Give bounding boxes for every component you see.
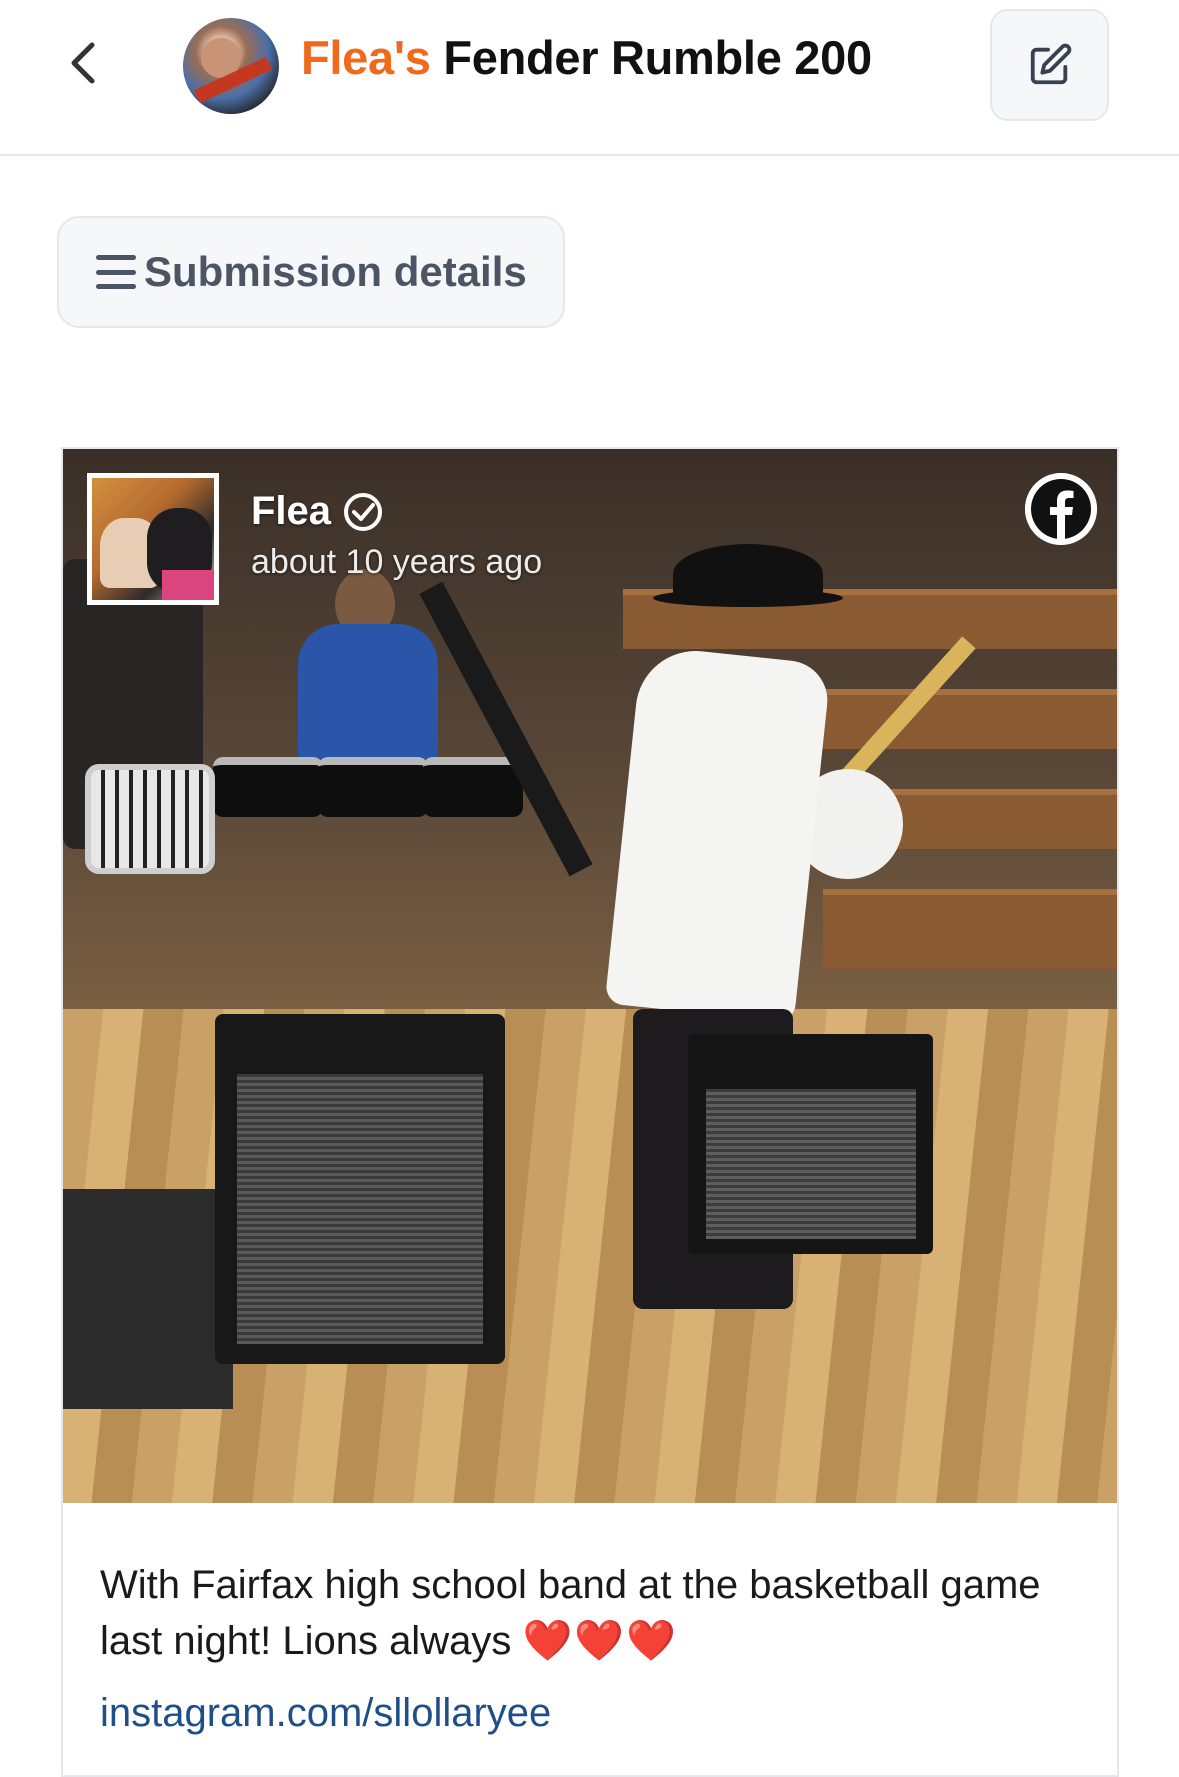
source-link[interactable]: instagram.com/sllollaryee (100, 1691, 551, 1736)
post-card[interactable]: Flea about 10 years ago With Fairfax hig… (61, 447, 1119, 1777)
post-timestamp: about 10 years ago (251, 543, 543, 581)
submission-details-button[interactable]: Submission details (57, 216, 565, 328)
menu-icon (96, 255, 136, 289)
back-button[interactable] (58, 38, 108, 88)
page-title: Flea's Fender Rumble 200 (301, 30, 872, 85)
post-photo[interactable] (63, 449, 1117, 1503)
facebook-logo (1025, 473, 1097, 545)
author-name-text: Flea (251, 489, 332, 533)
pencil-square-icon (1030, 43, 1071, 85)
top-bar: Flea's Fender Rumble 200 (0, 0, 1179, 156)
title-rest: Fender Rumble 200 (443, 31, 872, 84)
hearts-emoji: ❤️❤️❤️ (522, 1619, 678, 1663)
author-name[interactable]: Flea (251, 489, 383, 534)
author-avatar[interactable] (87, 473, 219, 605)
post-caption: With Fairfax high school band at the bas… (100, 1557, 1080, 1669)
submission-details-label: Submission details (144, 248, 527, 295)
product-avatar (183, 18, 279, 114)
verified-badge-icon (344, 492, 383, 531)
title-accent: Flea's (301, 31, 431, 84)
facebook-icon[interactable] (1025, 473, 1097, 545)
chevron-left-icon (71, 42, 95, 84)
edit-button[interactable] (990, 9, 1109, 121)
